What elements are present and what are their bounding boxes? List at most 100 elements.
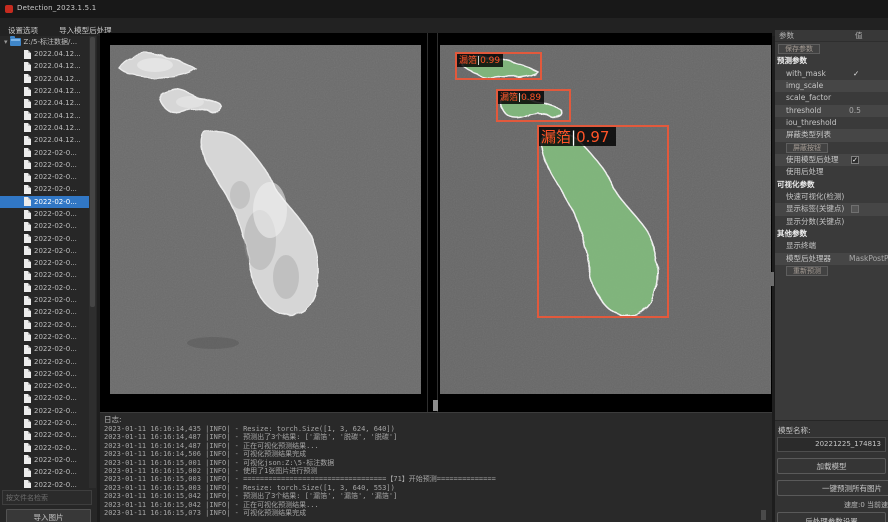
log-scrollbar-thumb[interactable]: [761, 510, 766, 520]
param-row: img_scale: [775, 80, 888, 92]
param-label: iou_threshold: [786, 118, 837, 127]
param-value: MaskPostPro: [849, 253, 888, 265]
tree-item-label: 2022.04.12...: [34, 112, 81, 120]
param-label: 显示标签(关键点): [786, 204, 844, 213]
prediction-image-panel[interactable]: 漏箔|0.99漏箔|0.89漏箔|0.97: [440, 45, 771, 394]
tree-item-file[interactable]: 2022-02-0...: [0, 146, 89, 158]
tree-item-file[interactable]: 2022.04.12...: [0, 48, 89, 60]
tree-item-file[interactable]: 2022-02-0...: [0, 466, 89, 478]
tree-item-label: 2022-02-0...: [34, 468, 77, 476]
panel-divider: [437, 33, 438, 412]
tree-item-file[interactable]: 2022-02-0...: [0, 220, 89, 232]
panel-splitter-handle[interactable]: [433, 400, 438, 411]
tree-item-label: 2022-02-0...: [34, 296, 77, 304]
tree-item-file[interactable]: 2022.04.12...: [0, 109, 89, 121]
param-row: 使用模型后处理✓: [775, 154, 888, 166]
tree-item-label: 2022-02-0...: [34, 149, 77, 157]
tree-item-file[interactable]: 2022-02-0...: [0, 269, 89, 281]
tree-item-file[interactable]: 2022-02-0...: [0, 171, 89, 183]
file-icon: [24, 185, 31, 194]
tree-item-file[interactable]: 2022-02-0...: [0, 208, 89, 220]
file-icon: [24, 50, 31, 59]
predict-all-button[interactable]: 一键预测所有图片: [777, 480, 888, 496]
check-icon[interactable]: ✓: [853, 68, 859, 80]
file-icon: [24, 74, 31, 83]
tree-item-label: 2022-02-0...: [34, 308, 77, 316]
parameter-table-header: 参数 值: [775, 30, 888, 42]
tree-item-file[interactable]: 2022.04.12...: [0, 134, 89, 146]
source-image-panel[interactable]: [110, 45, 421, 394]
tree-item-file[interactable]: 2022-02-0...: [0, 417, 89, 429]
tree-item-file[interactable]: 2022-02-0...: [0, 442, 89, 454]
file-icon: [24, 62, 31, 71]
tree-item-file[interactable]: 2022-02-0...: [0, 245, 89, 257]
file-icon: [24, 197, 31, 206]
checkbox-checked[interactable]: ✓: [851, 156, 859, 164]
tree-item-file[interactable]: 2022-02-0...: [0, 319, 89, 331]
tree-item-label: 2022-02-0...: [34, 481, 77, 488]
file-icon: [24, 87, 31, 96]
tree-item-file[interactable]: 2022.04.12...: [0, 97, 89, 109]
load-model-button[interactable]: 加载模型: [777, 458, 886, 474]
checkbox[interactable]: [851, 205, 859, 213]
tree-item-file[interactable]: 2022-02-0...: [0, 331, 89, 343]
param-row: threshold0.5: [775, 105, 888, 117]
tree-item-file[interactable]: 2022-02-0...: [0, 454, 89, 466]
tree-item-file[interactable]: 2022-02-0...: [0, 159, 89, 171]
file-tree[interactable]: ▾ Z:/5-标注数据/... 2022.04.12...2022.04.12.…: [0, 36, 89, 488]
import-image-button[interactable]: 导入图片: [6, 509, 91, 522]
tree-item-label: 2022.04.12...: [34, 99, 81, 107]
filename-search-input[interactable]: [2, 490, 92, 505]
tree-item-file[interactable]: 2022-02-0...: [0, 478, 89, 488]
param-action-button[interactable]: 屏蔽按钮: [786, 143, 828, 153]
tree-item-file[interactable]: 2022.04.12...: [0, 60, 89, 72]
tree-item-file[interactable]: 2022-02-0...: [0, 368, 89, 380]
tree-item-file[interactable]: 2022-02-0...: [0, 257, 89, 269]
file-icon: [24, 369, 31, 378]
tree-item-label: 2022-02-0...: [34, 321, 77, 329]
postprocess-settings-button[interactable]: 后处理参数设置: [777, 512, 886, 522]
tree-item-file[interactable]: 2022-02-0...: [0, 282, 89, 294]
param-label: img_scale: [786, 81, 823, 90]
tree-scrollbar-thumb[interactable]: [90, 37, 95, 307]
tree-item-label: 2022-02-0...: [34, 333, 77, 341]
tree-item-label: 2022.04.12...: [34, 50, 81, 58]
tree-scrollbar[interactable]: [89, 36, 96, 488]
param-action-button[interactable]: 保存参数: [778, 44, 820, 54]
panel-scrollbar-thumb[interactable]: [771, 272, 774, 286]
tree-item-file[interactable]: 2022-02-0...: [0, 343, 89, 355]
header-value: 值: [855, 30, 863, 42]
param-label: 模型后处理器: [786, 254, 831, 263]
parameter-panel: 参数 值 保存参数预测参数with_mask✓img_scalescale_fa…: [775, 30, 888, 522]
tree-item-label: 2022-02-0...: [34, 444, 77, 452]
tree-item-label: 2022-02-0...: [34, 161, 77, 169]
tree-item-file[interactable]: 2022-02-0...: [0, 232, 89, 244]
tree-root[interactable]: ▾ Z:/5-标注数据/...: [0, 36, 89, 48]
file-icon: [24, 222, 31, 231]
model-name-field[interactable]: 20221225_174813: [777, 437, 886, 452]
file-icon: [24, 308, 31, 317]
tree-item-file[interactable]: 2022-02-0...: [0, 429, 89, 441]
tree-item-label: 2022-02-0...: [34, 198, 77, 206]
tree-item-file[interactable]: 2022-02-0...: [0, 183, 89, 195]
param-button-row: 保存参数: [775, 43, 888, 55]
tree-item-label: 2022-02-0...: [34, 358, 77, 366]
tree-item-file[interactable]: 2022.04.12...: [0, 85, 89, 97]
param-action-button[interactable]: 重新预测: [786, 266, 828, 276]
tree-item-file[interactable]: 2022-02-0...: [0, 392, 89, 404]
tree-item-file[interactable]: 2022-02-0...: [0, 294, 89, 306]
file-icon: [24, 455, 31, 464]
tree-item-file[interactable]: 2022-02-0...: [0, 380, 89, 392]
file-icon: [24, 111, 31, 120]
tree-item-file[interactable]: 2022-02-0...: [0, 355, 89, 367]
tree-item-file[interactable]: 2022.04.12...: [0, 122, 89, 134]
log-lines: 2023-01-11 16:16:14,435 |INFO| - Resize:…: [104, 425, 496, 517]
file-icon: [24, 173, 31, 182]
tree-item-file[interactable]: 2022.04.12...: [0, 73, 89, 85]
app-title: Detection_2023.1.5.1: [17, 4, 96, 12]
tree-item-file[interactable]: 2022-02-0...: [0, 405, 89, 417]
expand-arrow-icon[interactable]: ▾: [4, 38, 8, 46]
tree-item-file[interactable]: 2022-02-0...: [0, 196, 89, 208]
param-label: 屏蔽类型列表: [786, 130, 831, 139]
tree-item-file[interactable]: 2022-02-0...: [0, 306, 89, 318]
